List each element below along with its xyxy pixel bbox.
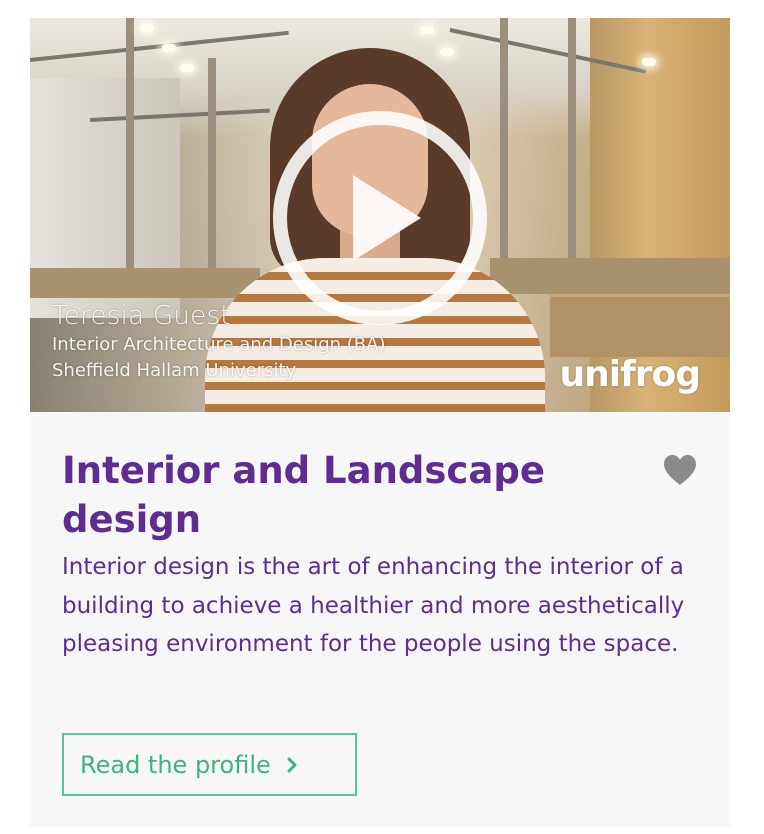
video-background-light — [440, 48, 454, 56]
video-thumbnail[interactable]: Teresia Guest Interior Architecture and … — [30, 18, 730, 412]
video-background-light — [180, 64, 194, 72]
video-background-bench — [30, 268, 260, 298]
read-profile-button[interactable]: Read the profile — [62, 733, 357, 796]
video-background-light — [420, 26, 434, 34]
profile-description: Interior design is the art of enhancing … — [62, 554, 685, 657]
video-background-light — [642, 58, 656, 66]
video-background-bench — [490, 258, 730, 294]
profile-card: Teresia Guest Interior Architecture and … — [30, 18, 730, 827]
presenter-university: Sheffield Hallam University — [52, 360, 297, 381]
video-background-light — [140, 24, 154, 32]
video-background-light — [162, 44, 176, 52]
presenter-course: Interior Architecture and Design (BA) — [52, 334, 386, 355]
play-circle-icon[interactable] — [269, 107, 491, 329]
profile-title: Interior and Landscape design — [62, 449, 545, 541]
chevron-right-icon — [287, 757, 297, 772]
read-profile-label: Read the profile — [80, 750, 271, 779]
video-background-models — [550, 294, 730, 357]
video-background-post — [126, 18, 134, 278]
brand-watermark: unifrog — [559, 354, 701, 395]
video-background-post — [208, 58, 216, 298]
heart-icon[interactable] — [662, 454, 698, 486]
